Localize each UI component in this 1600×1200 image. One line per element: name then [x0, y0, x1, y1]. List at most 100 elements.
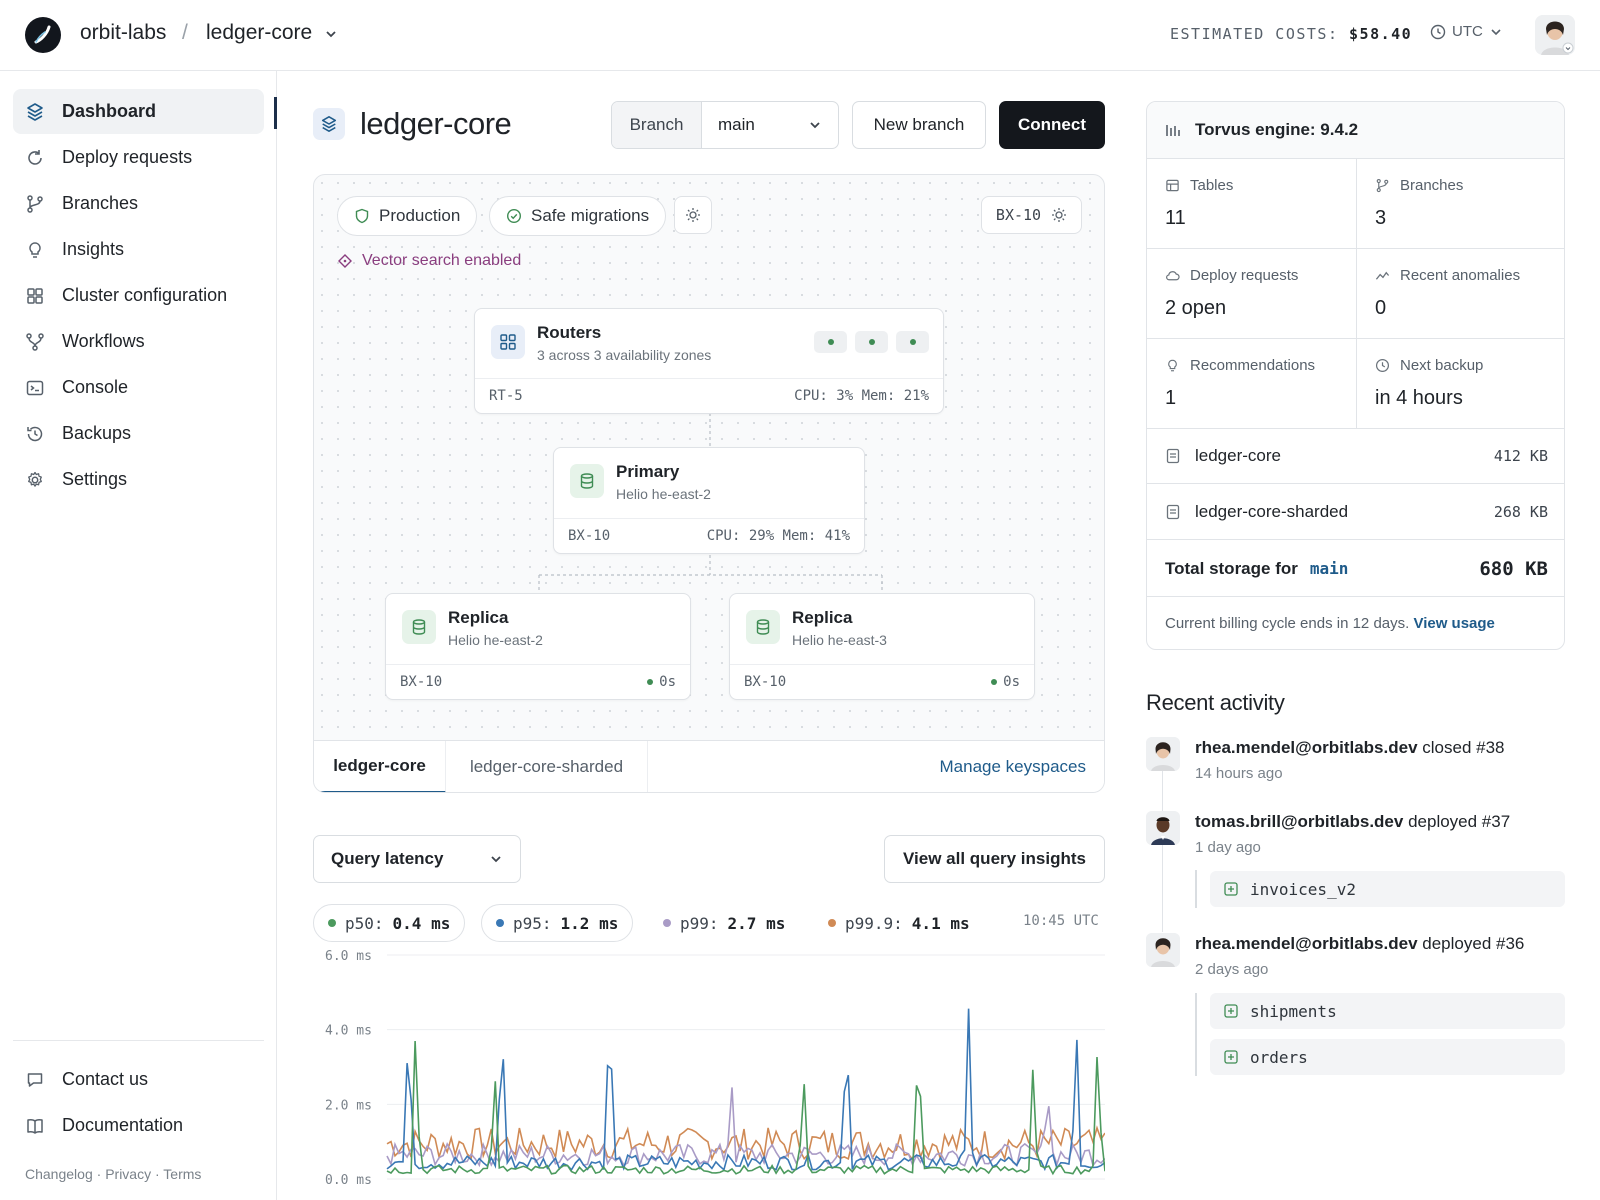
sidebar-item-branches[interactable]: Branches: [13, 181, 264, 226]
node-title: Routers: [537, 323, 602, 342]
branch-dropdown[interactable]: main: [702, 102, 838, 148]
instance-size-pill[interactable]: BX-10: [981, 196, 1082, 234]
production-pill[interactable]: Production: [337, 196, 478, 236]
stat-deploy-requests[interactable]: Deploy requests 2 open: [1147, 249, 1356, 339]
sidebar-item-label: Contact us: [62, 1069, 149, 1089]
lightbulb-icon: [1168, 359, 1177, 372]
branch-label: Branch: [612, 102, 702, 148]
activity-text: rhea.mendel@orbitlabs.dev deployed #36: [1195, 934, 1525, 953]
stat-recommendations[interactable]: Recommendations 1: [1147, 339, 1356, 429]
breadcrumb-org[interactable]: orbit-labs: [80, 21, 166, 45]
view-usage-link[interactable]: View usage: [1413, 615, 1494, 632]
new-branch-button[interactable]: New branch: [852, 101, 986, 149]
total-storage-value: 680 KB: [1479, 557, 1548, 580]
node-subtitle: Helio he-east-2: [616, 486, 711, 502]
activity-user[interactable]: rhea.mendel@orbitlabs.dev: [1195, 934, 1418, 953]
avatar[interactable]: [1146, 933, 1180, 967]
sidebar-item-deploy-requests[interactable]: Deploy requests: [13, 135, 264, 180]
gear-icon: [28, 471, 42, 487]
legend-p99-9[interactable]: p99.9: 4.1 ms: [814, 904, 984, 942]
sun-icon-button[interactable]: [674, 196, 712, 234]
node-size: RT-5: [489, 388, 523, 404]
stat-value: 2 open: [1165, 297, 1227, 319]
keyspace-name: ledger-core: [1195, 446, 1281, 465]
pulse-icon: [1375, 271, 1390, 280]
sidebar-item-cluster-configuration[interactable]: Cluster configuration: [13, 273, 264, 318]
breadcrumb-database[interactable]: ledger-core: [206, 21, 312, 45]
logo[interactable]: [25, 17, 61, 53]
chevron-down-icon[interactable]: [324, 27, 338, 41]
sidebar-item-workflows[interactable]: Workflows: [13, 319, 264, 364]
cloud-icon: [1166, 271, 1180, 281]
branch-selector[interactable]: Branch main: [611, 101, 839, 149]
primary-node[interactable]: Primary Helio he-east-2 BX-10 CPU: 29% M…: [553, 447, 865, 554]
database-info-panel: Torvus engine: 9.4.2 Tables 11 Branches …: [1146, 101, 1565, 650]
node-subtitle: 3 across 3 availability zones: [537, 347, 712, 363]
avatar[interactable]: [1146, 811, 1180, 845]
replica-node[interactable]: Replica Helio he-east-2 BX-10 0s: [385, 593, 691, 700]
legend-p50[interactable]: p50: 0.4 ms: [313, 904, 466, 942]
replica-node[interactable]: Replica Helio he-east-3 BX-10 0s: [729, 593, 1035, 700]
schema-change-chip[interactable]: orders: [1210, 1039, 1565, 1075]
stat-tables[interactable]: Tables 11: [1147, 159, 1356, 249]
sidebar-item-console[interactable]: Console: [13, 365, 264, 410]
activity-time: 1 day ago: [1195, 839, 1261, 856]
terminal-icon: [26, 380, 44, 395]
sidebar-item-dashboard[interactable]: Dashboard: [13, 89, 264, 134]
avatar[interactable]: [1146, 737, 1180, 771]
document-icon: [1166, 504, 1180, 520]
sidebar-item-settings[interactable]: Settings: [13, 457, 264, 502]
lightbulb-icon: [29, 241, 41, 258]
timezone-select[interactable]: UTC: [1430, 23, 1503, 40]
sidebar-item-backups[interactable]: Backups: [13, 411, 264, 456]
activity-time: 2 days ago: [1195, 961, 1269, 978]
chevron-down-icon: [810, 122, 820, 129]
legend-p95[interactable]: p95: 1.2 ms: [481, 904, 634, 942]
sidebar-item-label: Console: [62, 377, 129, 397]
sidebar-item-contact-us[interactable]: Contact us: [13, 1057, 264, 1102]
schema-change-chip[interactable]: shipments: [1210, 993, 1565, 1029]
engine-version: Torvus engine: 9.4.2: [1147, 102, 1564, 159]
connect-button[interactable]: Connect: [999, 101, 1105, 149]
stat-recent-anomalies[interactable]: Recent anomalies 0: [1356, 249, 1564, 339]
replica-lag: 0s: [991, 674, 1020, 690]
stat-next-backup[interactable]: Next backup in 4 hours: [1356, 339, 1564, 429]
sidebar-item-label: Backups: [62, 423, 132, 443]
sidebar-item-documentation[interactable]: Documentation: [13, 1103, 264, 1148]
tab-ledger-core[interactable]: ledger-core: [314, 741, 446, 792]
avatar[interactable]: [1535, 15, 1575, 55]
routers-node[interactable]: Routers 3 across 3 availability zones RT…: [474, 308, 944, 414]
changelog-link[interactable]: Changelog: [25, 1166, 93, 1182]
schema-change-chip[interactable]: invoices_v2: [1210, 871, 1565, 907]
grid-icon: [27, 287, 43, 304]
billing-note: Current billing cycle ends in 12 days. V…: [1165, 615, 1495, 632]
estimated-costs: ESTIMATED COSTS: $58.40: [1170, 25, 1413, 43]
document-icon: [1166, 448, 1180, 464]
keyspace-row[interactable]: ledger-core 412 KB: [1147, 429, 1564, 484]
database-layers-icon: [313, 108, 345, 140]
activity-user[interactable]: rhea.mendel@orbitlabs.dev: [1195, 738, 1418, 757]
privacy-link[interactable]: Privacy: [105, 1166, 151, 1182]
sidebar-item-label: Deploy requests: [62, 147, 193, 167]
stat-value: 3: [1375, 207, 1387, 229]
stat-branches[interactable]: Branches 3: [1356, 159, 1564, 249]
manage-keyspaces-link[interactable]: Manage keyspaces: [940, 741, 1086, 792]
clock-icon: [1375, 358, 1390, 373]
sidebar-item-insights[interactable]: Insights: [13, 227, 264, 272]
activity-user[interactable]: tomas.brill@orbitlabs.dev: [1195, 812, 1403, 831]
legend-p99[interactable]: p99: 2.7 ms: [649, 904, 799, 942]
metric-select[interactable]: Query latency: [313, 835, 521, 883]
sidebar: Dashboard Deploy requests Branches Insig…: [0, 71, 277, 1200]
replica-lag: 0s: [647, 674, 676, 690]
node-title: Replica: [448, 608, 509, 627]
terms-link[interactable]: Terms: [163, 1166, 201, 1182]
view-all-query-insights-button[interactable]: View all query insights: [884, 835, 1105, 883]
keyspace-row[interactable]: ledger-core-sharded 268 KB: [1147, 485, 1564, 540]
shield-icon: [355, 208, 369, 224]
zone-indicator: [896, 331, 929, 353]
stat-value: 0: [1375, 297, 1387, 319]
safe-migrations-pill[interactable]: Safe migrations: [489, 196, 667, 236]
tab-ledger-core-sharded[interactable]: ledger-core-sharded: [446, 741, 648, 792]
sidebar-divider: [13, 1040, 264, 1041]
chart-timestamp: 10:45 UTC: [1023, 913, 1099, 929]
